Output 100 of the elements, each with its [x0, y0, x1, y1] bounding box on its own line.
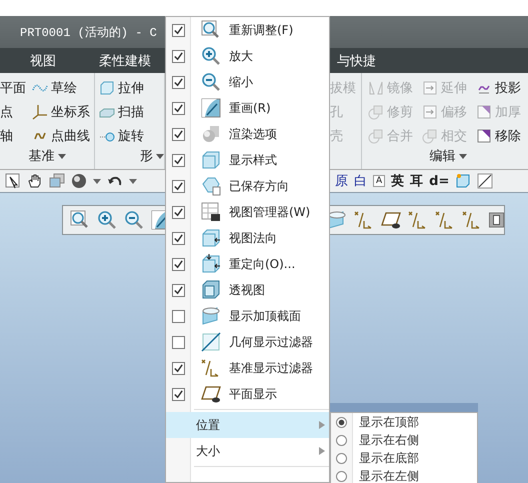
ribbon-button[interactable]: 点 — [0, 101, 26, 123]
caret-icon — [58, 154, 66, 158]
menu-item[interactable]: 视图法向 — [166, 225, 329, 251]
ribbon-tab[interactable]: 与快捷 — [337, 52, 376, 70]
menu-item-label: 缩小 — [229, 74, 253, 90]
toolbar-button[interactable]: A — [373, 175, 386, 187]
repaint-icon — [201, 98, 221, 118]
checkbox[interactable] — [172, 232, 185, 244]
cube-arrows-icon — [201, 254, 221, 274]
menu-item-label: 基准显示过滤器 — [229, 360, 313, 376]
menu-item[interactable]: 透视图 — [166, 277, 329, 303]
toolbar-button[interactable]: 耳 — [410, 172, 424, 190]
option-label: 显示在底部 — [359, 450, 419, 466]
checkbox[interactable] — [172, 180, 185, 192]
submenu-arrow-icon — [319, 421, 325, 429]
checkbox[interactable] — [172, 388, 185, 400]
windows-icon[interactable] — [49, 173, 65, 189]
menu-item-label: 重画(R) — [229, 100, 271, 116]
zoom-out-icon — [201, 72, 221, 92]
ribbon-button[interactable]: 拉伸 — [99, 77, 144, 99]
toolbar-button[interactable]: 英 — [391, 172, 404, 190]
cube-icon — [99, 80, 115, 96]
group-menu-button[interactable]: 基准 — [28, 147, 66, 169]
submenu-arrow-icon — [319, 447, 325, 455]
submenu-item[interactable]: 大小 — [166, 438, 329, 464]
checkbox[interactable] — [172, 284, 185, 296]
menu-item[interactable]: 显示加顶截面 — [166, 303, 329, 329]
menu-item[interactable]: 显示样式 — [166, 147, 329, 173]
option-label: 显示在左侧 — [359, 468, 419, 483]
menu-item[interactable]: 放大 — [166, 43, 329, 69]
ribbon-button[interactable]: 坐标系 — [32, 101, 90, 123]
toggle-icon[interactable] — [489, 210, 504, 230]
menu-item-label: 已保存方向 — [229, 178, 289, 194]
radio-button[interactable] — [336, 416, 347, 428]
ribbon-button[interactable]: 平面 — [0, 77, 26, 99]
parallelogram-icon — [381, 210, 402, 230]
checkbox[interactable] — [172, 24, 185, 36]
caret-icon[interactable] — [93, 177, 101, 185]
magnifier-icon — [201, 20, 221, 40]
submenu-item[interactable]: 位置 — [166, 412, 329, 438]
checkbox[interactable] — [172, 50, 185, 62]
square-icon — [476, 104, 492, 120]
radio-option[interactable]: 显示在左侧 — [331, 467, 477, 483]
checkbox[interactable] — [172, 258, 185, 270]
ribbon-tab[interactable]: 柔性建模 — [99, 52, 151, 70]
menu-item[interactable]: 重新调整(F) — [166, 17, 329, 43]
toolbar-button[interactable]: 白 — [354, 172, 367, 190]
menu-item[interactable]: 几何显示过滤器 — [166, 329, 329, 355]
menu-item-label: 视图法向 — [229, 230, 277, 246]
menu-item-label: 放大 — [229, 48, 253, 64]
menu-item[interactable]: 重画(R) — [166, 95, 329, 121]
ribbon-button[interactable]: 旋转 — [99, 125, 144, 147]
square-icon — [476, 128, 492, 144]
checkbox[interactable] — [172, 128, 185, 140]
menu-item[interactable]: 渲染选项 — [166, 121, 329, 147]
radio-button[interactable] — [336, 470, 347, 482]
diagonal-square-icon — [201, 332, 221, 352]
cube-document-icon — [201, 176, 221, 196]
ribbon-button[interactable]: 轴 — [0, 125, 26, 147]
radio-button[interactable] — [336, 434, 347, 446]
menu-item-label: 透视图 — [229, 282, 265, 298]
radio-option[interactable]: 显示在顶部 — [331, 413, 477, 431]
ribbon-button[interactable]: 投影 — [476, 77, 524, 99]
ribbon-button[interactable]: 移除 — [476, 125, 524, 147]
checkbox[interactable] — [172, 310, 185, 322]
sphere-icon[interactable] — [71, 173, 87, 189]
toolbar-button[interactable]: d= — [429, 174, 450, 188]
menu-item[interactable]: 已保存方向 — [166, 173, 329, 199]
checkbox[interactable] — [172, 336, 185, 348]
ribbon-button[interactable]: 扫描 — [99, 101, 144, 123]
menu-item[interactable]: 重定向(O)... — [166, 251, 329, 277]
menu-item[interactable]: 基准显示过滤器 — [166, 355, 329, 381]
radio-option[interactable]: 显示在右侧 — [331, 431, 477, 449]
radio-option[interactable]: 显示在底部 — [331, 449, 477, 467]
cube-icon[interactable] — [455, 173, 472, 189]
coordinate-axes-icon — [32, 104, 48, 120]
submenu-label: 大小 — [196, 442, 220, 460]
hand-icon[interactable] — [27, 173, 43, 189]
caret-icon[interactable] — [129, 177, 137, 185]
radio-button[interactable] — [336, 452, 347, 464]
option-label: 显示在右侧 — [359, 432, 419, 448]
group-menu-button[interactable]: 编辑 — [430, 147, 466, 169]
circle-square-icon — [368, 104, 384, 120]
checkbox[interactable] — [172, 76, 185, 88]
menu-item-label: 重新调整(F) — [229, 22, 294, 38]
ribbon-tab[interactable]: 视图 — [30, 52, 56, 70]
menu-item-label: 视图管理器(W) — [229, 204, 310, 220]
zoom-out-icon — [124, 210, 144, 230]
menu-item[interactable]: 缩小 — [166, 69, 329, 95]
checkbox[interactable] — [172, 154, 185, 166]
menu-item-label: 重定向(O)... — [229, 256, 296, 272]
ribbon-button[interactable]: 草绘 — [32, 77, 90, 99]
ribbon-button[interactable]: 点曲线 — [32, 125, 90, 147]
toolbar-button[interactable]: 原 — [335, 172, 348, 190]
checkbox[interactable] — [172, 102, 185, 114]
menu-item-label: 显示样式 — [229, 152, 277, 168]
checkbox[interactable] — [172, 206, 185, 218]
menu-item[interactable]: 视图管理器(W) — [166, 199, 329, 225]
checkbox[interactable] — [172, 362, 185, 374]
menu-item[interactable]: 平面显示 — [166, 381, 329, 407]
